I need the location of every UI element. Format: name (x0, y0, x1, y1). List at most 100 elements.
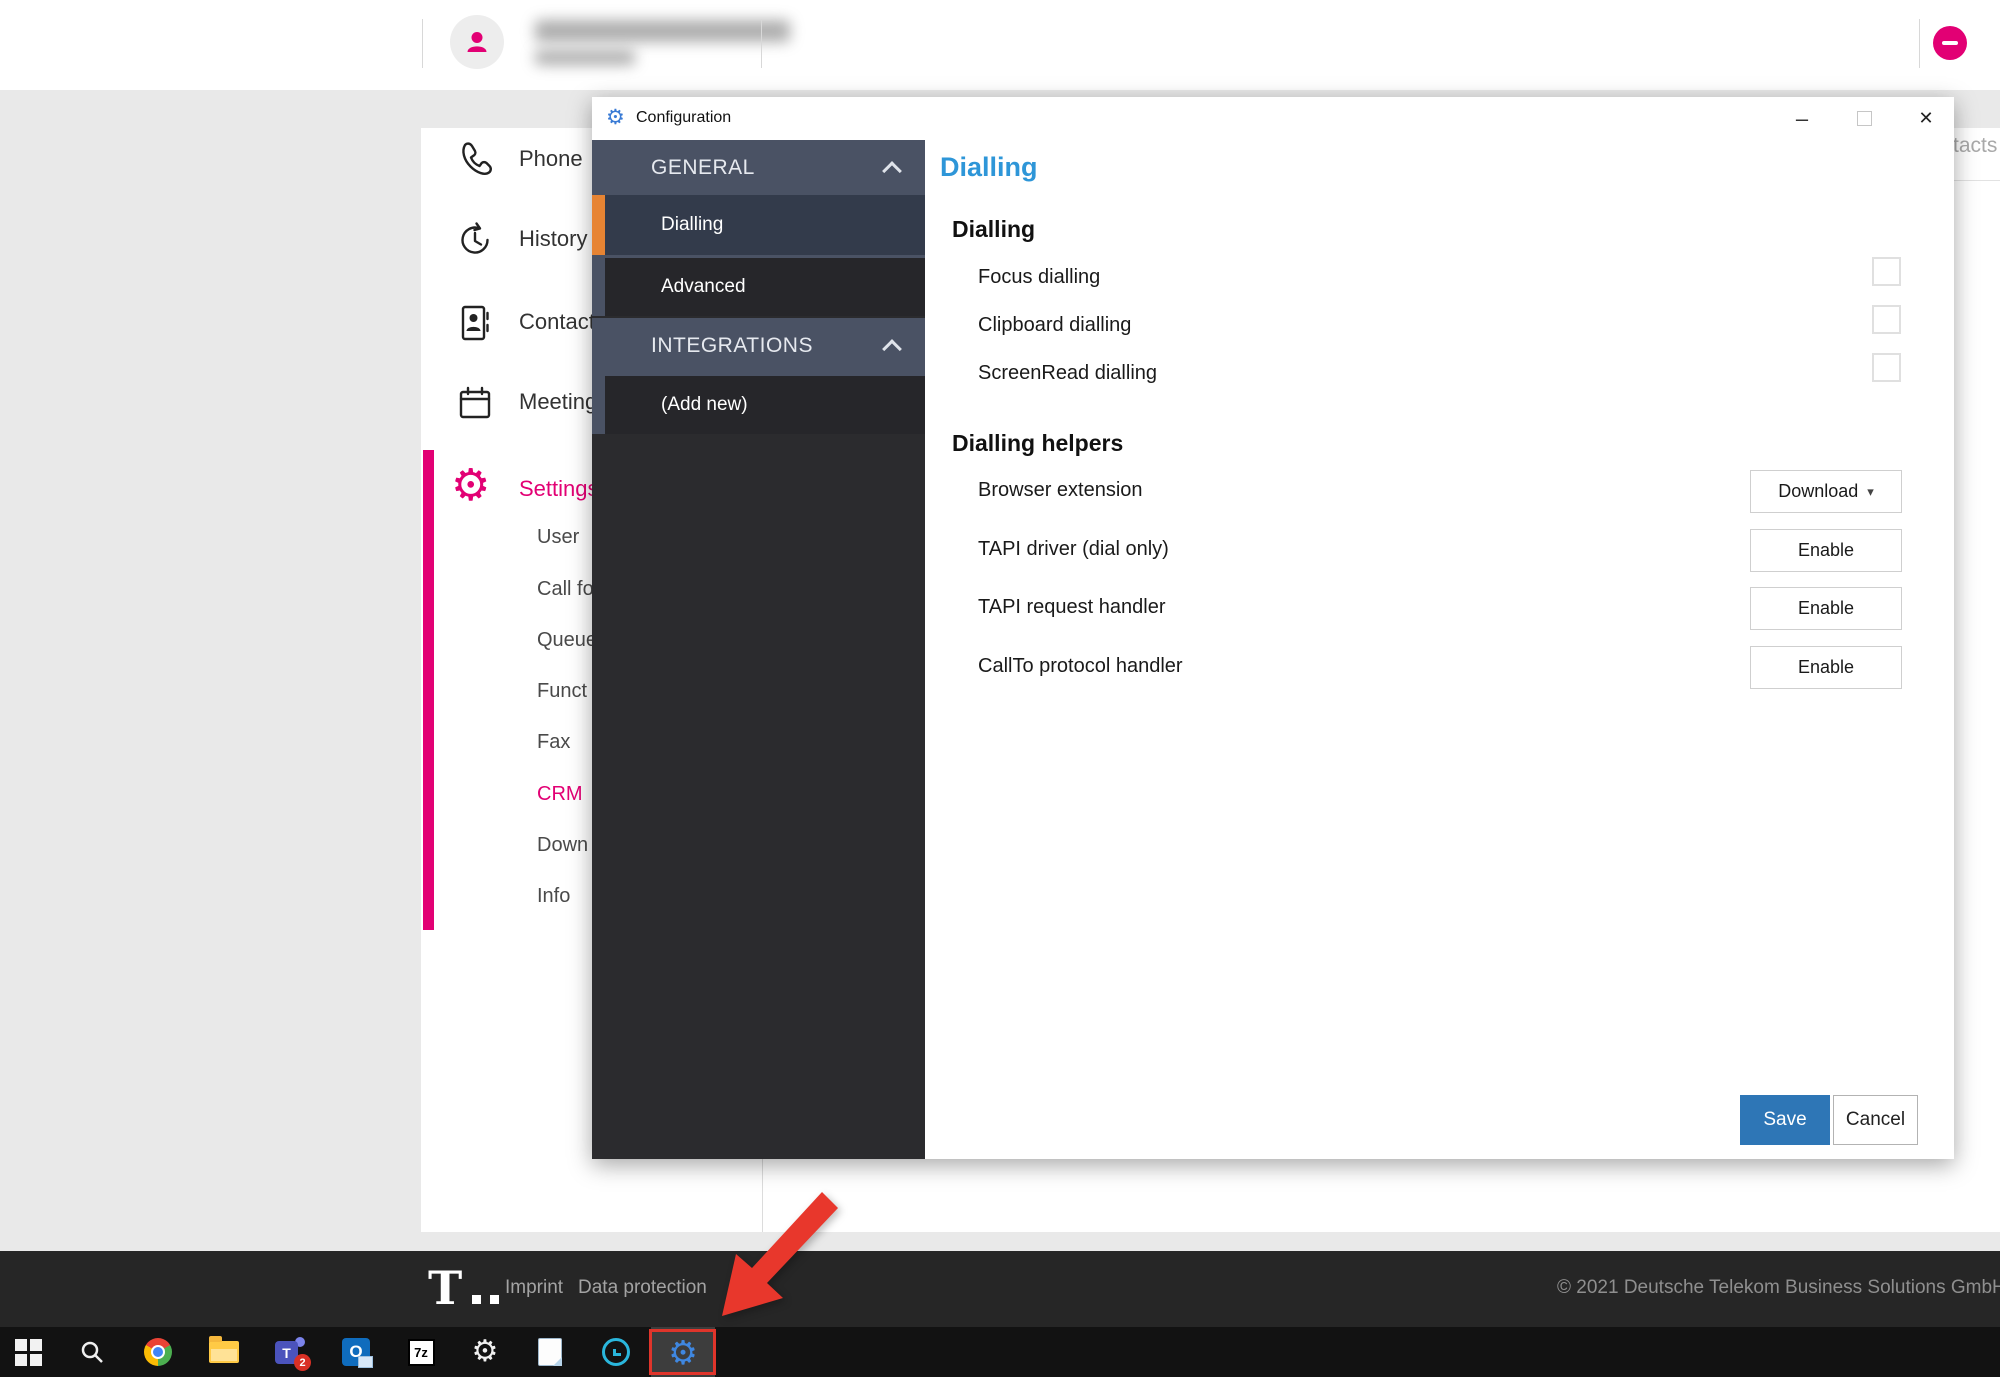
redacted-user-name (535, 20, 790, 42)
dialog-nav: GENERAL Dialling Advanced INTEGRATIONS (592, 140, 925, 1159)
settings-subitem-crm[interactable]: CRM (537, 783, 583, 806)
focus-dialling-checkbox[interactable] (1872, 257, 1901, 286)
chevron-up-icon (882, 161, 902, 181)
do-not-disturb-badge[interactable] (1933, 26, 1967, 60)
enable-tapi-request-button[interactable]: Enable (1750, 587, 1902, 630)
copyright-text: © 2021 Deutsche Telekom Business Solutio… (1557, 1277, 2000, 1299)
clipboard-dialling-checkbox[interactable] (1872, 305, 1901, 334)
taskbar-file-explorer[interactable] (196, 1327, 252, 1377)
settings-subitem-user[interactable]: User (537, 526, 579, 549)
avatar[interactable] (450, 15, 504, 69)
label-focus-dialling: Focus dialling (978, 266, 1100, 289)
divider (1919, 19, 1920, 68)
logo-dot (472, 1295, 481, 1304)
person-icon (462, 27, 492, 57)
settings-subitem-downloads[interactable]: Down (537, 834, 588, 857)
minus-icon (1942, 41, 1958, 45)
sidebar-item-phone[interactable]: Phone (519, 146, 583, 172)
teams-icon: T 2 (275, 1337, 307, 1367)
clock-app-icon (602, 1338, 630, 1366)
annotation-highlight-box (649, 1329, 716, 1375)
nav-group-general: GENERAL Dialling Advanced (592, 140, 925, 316)
dialog-content: Dialling Dialling Focus dialling Clipboa… (925, 140, 1954, 1159)
label-browser-extension: Browser extension (978, 479, 1143, 502)
top-bar (0, 0, 2000, 90)
close-button[interactable]: ✕ (1906, 97, 1946, 140)
phone-icon (455, 140, 495, 180)
chrome-icon (144, 1338, 172, 1366)
maximize-icon (1857, 111, 1872, 126)
teams-badge: 2 (294, 1354, 311, 1371)
enable-callto-button[interactable]: Enable (1750, 646, 1902, 689)
search-icon (77, 1337, 107, 1367)
page-title: Dialling (940, 152, 1038, 183)
save-button[interactable]: Save (1740, 1095, 1830, 1145)
label-callto-protocol-handler: CallTo protocol handler (978, 655, 1183, 678)
settings-subitem-info[interactable]: Info (537, 885, 570, 908)
taskbar-teams[interactable]: T 2 (263, 1327, 319, 1377)
caret-down-icon: ▾ (1867, 484, 1874, 500)
configuration-dialog: ⚙ Configuration – ✕ GENERAL Dialling Adv… (592, 97, 1954, 1159)
dialog-title-bar: ⚙ Configuration – ✕ (592, 97, 1954, 140)
nav-group-integrations: INTEGRATIONS (Add new) (592, 318, 925, 434)
gear-icon: ⚙ (472, 1337, 499, 1367)
settings-subitem-functions[interactable]: Funct (537, 680, 587, 703)
maximize-button[interactable] (1844, 97, 1884, 140)
nav-header-general[interactable]: GENERAL (592, 140, 925, 195)
minimize-button[interactable]: – (1782, 97, 1822, 140)
start-button[interactable] (0, 1327, 56, 1377)
settings-subitem-queues[interactable]: Queue (537, 629, 597, 652)
selected-indicator (592, 195, 605, 255)
taskbar-7zip[interactable]: 7z (393, 1327, 449, 1377)
taskbar: T 2 O 7z ⚙ ⚙ (0, 1327, 2000, 1377)
taskbar-notepad[interactable] (522, 1327, 578, 1377)
nav-item-add-new[interactable]: (Add new) (592, 376, 925, 434)
section-heading-dialling-helpers: Dialling helpers (952, 430, 1123, 457)
nav-item-dialling[interactable]: Dialling (592, 195, 925, 255)
data-protection-link[interactable]: Data protection (578, 1277, 707, 1299)
gear-icon: ⚙ (606, 104, 625, 132)
cancel-button[interactable]: Cancel (1833, 1095, 1918, 1145)
taskbar-clock-app[interactable] (588, 1327, 644, 1377)
section-heading-dialling: Dialling (952, 216, 1035, 243)
settings-subitem-fax[interactable]: Fax (537, 731, 570, 754)
notepad-icon (538, 1338, 562, 1366)
history-icon (455, 220, 495, 260)
tab-contacts-fragment[interactable]: tacts (1953, 134, 1997, 158)
screen: tacts Phone History Contact Meeting (0, 0, 2000, 1377)
settings-subitem-call-forwarding[interactable]: Call fo (537, 578, 594, 601)
label-clipboard-dialling: Clipboard dialling (978, 314, 1131, 337)
outlook-icon: O (342, 1338, 370, 1366)
taskbar-settings[interactable]: ⚙ (457, 1327, 513, 1377)
download-button[interactable]: Download ▾ (1750, 470, 1902, 513)
settings-active-bar (423, 450, 434, 930)
windows-logo-icon (15, 1339, 42, 1366)
logo-dot (490, 1295, 499, 1304)
telekom-logo: T (428, 1263, 462, 1313)
7zip-icon: 7z (408, 1339, 435, 1366)
dialog-title: Configuration (636, 109, 731, 127)
label-tapi-driver: TAPI driver (dial only) (978, 538, 1169, 561)
contacts-icon (455, 303, 495, 343)
imprint-link[interactable]: Imprint (505, 1277, 563, 1299)
divider (761, 19, 762, 68)
sidebar-item-history[interactable]: History (519, 226, 587, 252)
divider (422, 19, 423, 68)
folder-icon (209, 1341, 239, 1363)
redacted-user-detail (535, 50, 635, 65)
settings-gear-icon: ⚙ (451, 464, 490, 508)
enable-tapi-driver-button[interactable]: Enable (1750, 529, 1902, 572)
footer-bar: T Imprint Data protection © 2021 Deutsch… (0, 1251, 2000, 1327)
sidebar-item-contacts[interactable]: Contact (519, 309, 595, 335)
nav-item-advanced[interactable]: Advanced (592, 258, 925, 316)
taskbar-search[interactable] (64, 1327, 120, 1377)
sidebar-item-settings[interactable]: Settings (519, 476, 599, 502)
screenread-dialling-checkbox[interactable] (1872, 353, 1901, 382)
meetings-icon (455, 383, 495, 423)
taskbar-chrome[interactable] (130, 1327, 186, 1377)
sidebar-item-meetings[interactable]: Meeting (519, 389, 597, 415)
taskbar-outlook[interactable]: O (328, 1327, 384, 1377)
chevron-up-icon (882, 339, 902, 359)
label-tapi-request-handler: TAPI request handler (978, 596, 1166, 619)
nav-header-integrations[interactable]: INTEGRATIONS (592, 318, 925, 373)
